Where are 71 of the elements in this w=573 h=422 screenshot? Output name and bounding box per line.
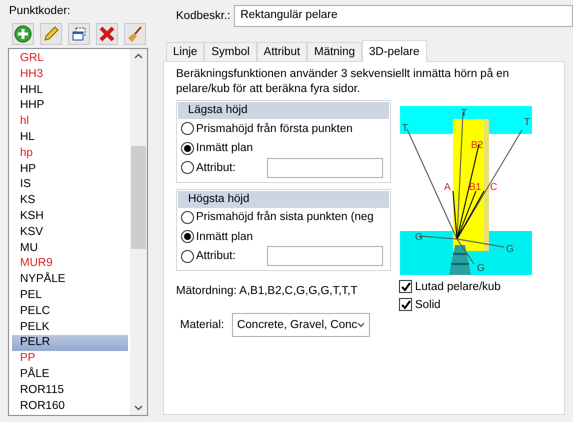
list-item[interactable]: PEL: [12, 288, 128, 304]
checkbox-label: Lutad pelare/kub: [415, 280, 501, 292]
list-item[interactable]: hp: [12, 146, 128, 162]
list-item[interactable]: HP: [12, 162, 128, 178]
attribute-field[interactable]: [267, 246, 383, 266]
list-item[interactable]: KSV: [12, 224, 128, 241]
list-item[interactable]: hl: [12, 114, 128, 130]
list-item[interactable]: PELC: [12, 304, 128, 320]
tab[interactable]: Attribut: [256, 42, 308, 61]
plus-icon: [14, 25, 32, 43]
list-item[interactable]: HHP: [12, 98, 128, 114]
radio-label: Inmätt plan: [196, 142, 253, 154]
checkbox[interactable]: [399, 280, 412, 293]
tab[interactable]: 3D-pelare: [362, 40, 427, 62]
list-item[interactable]: ROR160: [12, 398, 128, 414]
radio-button[interactable]: [181, 250, 194, 263]
measure-order-text: Mätordning: A,B1,B2,C,G,G,G,T,T,T: [176, 285, 359, 297]
pencil-icon: [42, 25, 60, 43]
group-title: Högsta höjd: [178, 190, 389, 208]
intro-text: Beräkningsfunktionen använder 3 sekvensiellt inmätta hörn på en pelare/kub för att beräkna fyra sidor.: [176, 67, 510, 97]
description-label: Kodbeskr.:: [176, 9, 230, 24]
checkbox[interactable]: [399, 298, 412, 311]
list-item[interactable]: PÅLE: [12, 366, 128, 383]
list-item[interactable]: PELK: [12, 320, 128, 336]
checkbox-label: Solid: [415, 298, 441, 310]
radio-label: Prismahöjd från första punkten: [196, 122, 353, 135]
list-item[interactable]: NYPÅLE: [12, 272, 128, 288]
radio-label: Attribut:: [196, 162, 236, 174]
brush-icon: [126, 25, 144, 43]
list-item[interactable]: GRL: [12, 51, 128, 67]
radio-label: Inmätt plan: [196, 230, 253, 243]
tab[interactable]: Mätning: [307, 42, 362, 61]
window-icon: [70, 25, 88, 43]
group-title: Lägsta höjd: [178, 102, 389, 119]
list-item[interactable]: KSH: [12, 208, 128, 225]
clean-button[interactable]: [124, 23, 146, 45]
radio-label: Attribut:: [196, 250, 236, 262]
scrollbar[interactable]: [130, 49, 147, 415]
list-item[interactable]: MUR9: [12, 256, 128, 272]
list-label: Punktkoder:: [9, 4, 72, 19]
description-field[interactable]: Rektangulär pelare: [234, 5, 573, 27]
tab[interactable]: Linje: [166, 42, 204, 61]
list-item[interactable]: HH3: [12, 66, 128, 83]
pillar-drawing: T T T B2 A B1 C G G G: [399, 104, 533, 275]
radio-button[interactable]: [181, 230, 194, 244]
radio-button[interactable]: [181, 142, 194, 155]
material-dropdown[interactable]: Concrete, Gravel, Conc: [232, 313, 370, 337]
radio-button[interactable]: [181, 122, 194, 136]
scroll-down-icon[interactable]: [134, 405, 143, 411]
list-item[interactable]: MU: [12, 240, 128, 256]
list-item[interactable]: KS: [12, 193, 128, 209]
material-label: Material:: [180, 318, 224, 333]
list-item[interactable]: PP: [12, 351, 128, 367]
chevron-down-icon: [357, 322, 366, 328]
list-item[interactable]: HL: [12, 130, 128, 146]
radio-button[interactable]: [181, 161, 194, 174]
delete-icon: [98, 25, 116, 43]
list-item[interactable]: HHL: [12, 82, 128, 98]
edit-button[interactable]: [40, 23, 62, 45]
list-item[interactable]: ROR115: [12, 382, 128, 399]
add-button[interactable]: [12, 23, 34, 45]
list-item[interactable]: IS: [12, 177, 128, 194]
scroll-up-icon[interactable]: [134, 53, 143, 59]
attribute-field[interactable]: [267, 158, 383, 178]
delete-button[interactable]: [96, 23, 118, 45]
scroll-thumb[interactable]: [131, 146, 146, 248]
tab[interactable]: Symbol: [204, 42, 257, 61]
radio-label: Prismahöjd från sista punkten (neg: [196, 211, 374, 224]
copy-button[interactable]: [68, 23, 90, 45]
list-item[interactable]: PELR: [12, 335, 128, 352]
radio-button[interactable]: [181, 210, 194, 224]
